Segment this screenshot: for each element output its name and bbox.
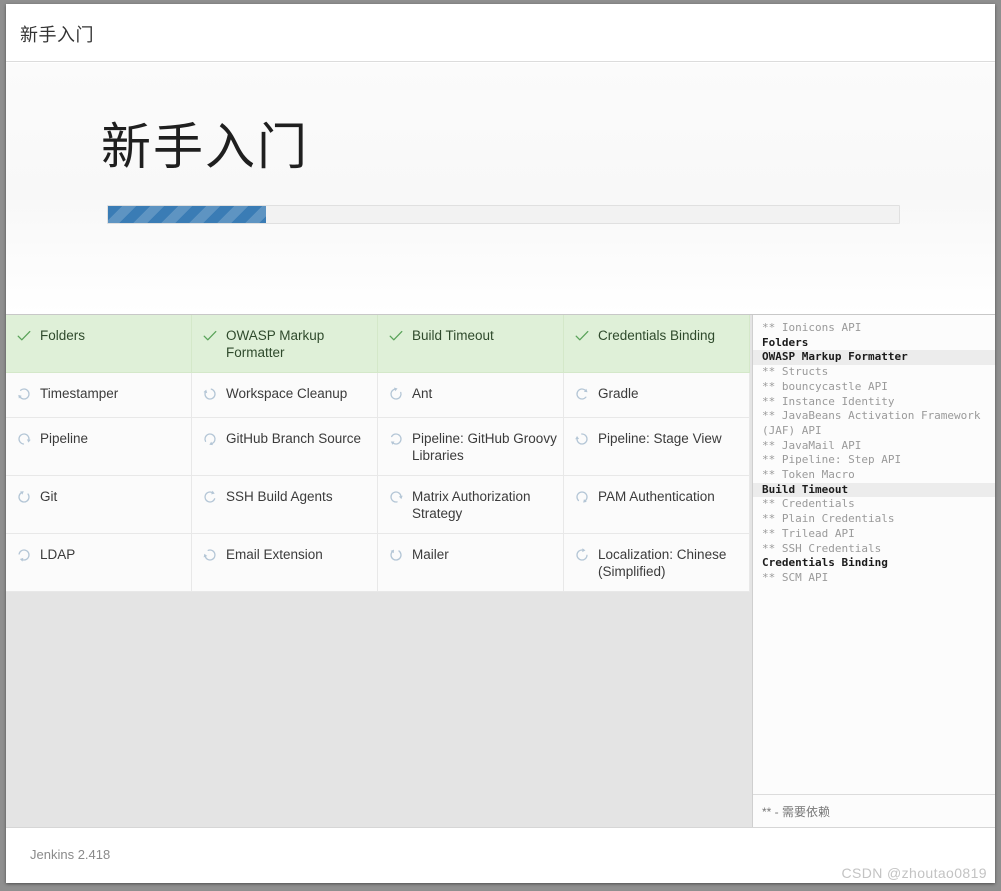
- window-header: 新手入门: [6, 4, 995, 62]
- hero-section: 新手入门: [6, 63, 995, 314]
- log-line: ** Plain Credentials: [762, 512, 895, 526]
- spinner-icon: [200, 430, 220, 447]
- spinner-icon: [200, 385, 220, 402]
- install-body: Folders OWASP Markup Formatter Build Timeo…: [6, 314, 995, 828]
- setup-wizard-window: 新手入门 新手入门 Folders OWASP Markup Formatter B…: [6, 4, 995, 883]
- log-line: ** JavaMail API: [762, 438, 862, 452]
- plugin-name-label: Ant: [412, 386, 433, 401]
- plugin-cell: Timestamper: [6, 373, 192, 418]
- plugin-cell: Gradle: [564, 373, 750, 418]
- plugin-name-label: Git: [40, 489, 58, 504]
- spinner-icon: [386, 385, 406, 402]
- dependency-log-list: ** Ionicons API Folders OWASP Markup Forma…: [753, 315, 995, 794]
- screenshot-root: 新手入门 新手入门 Folders OWASP Markup Formatter B…: [0, 0, 1001, 891]
- log-line: ** SCM API: [762, 570, 829, 584]
- log-line: ** Instance Identity: [762, 394, 895, 408]
- log-line: ** Ionicons API: [762, 321, 862, 334]
- spinner-icon: [14, 385, 34, 402]
- check-icon: [200, 327, 220, 344]
- install-progress-bar: [107, 205, 900, 224]
- plugin-cell: Ant: [378, 373, 564, 418]
- jenkins-version-label: Jenkins 2.418: [30, 847, 111, 862]
- spinner-icon: [572, 488, 592, 505]
- plugin-cell: OWASP Markup Formatter: [192, 315, 378, 373]
- plugin-cell: Workspace Cleanup: [192, 373, 378, 418]
- plugin-cell: Git: [6, 476, 192, 534]
- plugin-cell: PAM Authentication: [564, 476, 750, 534]
- watermark: CSDN @zhoutao0819: [841, 865, 987, 881]
- plugin-name-label: Mailer: [412, 547, 449, 562]
- plugin-name-label: Credentials Binding: [598, 328, 716, 343]
- spinner-icon: [572, 430, 592, 447]
- log-line: ** Structs: [762, 365, 829, 379]
- log-line: ** SSH Credentials: [762, 541, 882, 555]
- plugin-cell: Build Timeout: [378, 315, 564, 373]
- log-line: ** JavaBeans Activation Framework (JAF) …: [762, 409, 981, 437]
- log-line: OWASP Markup Formatter: [753, 350, 995, 366]
- check-icon: [572, 327, 592, 344]
- plugin-name-label: Workspace Cleanup: [226, 386, 348, 401]
- plugin-name-label: Matrix Authorization Strategy: [412, 489, 531, 521]
- plugin-name-label: Email Extension: [226, 547, 323, 562]
- plugin-cell: LDAP: [6, 534, 192, 592]
- log-line: ** Token Macro: [762, 468, 855, 482]
- plugin-name-label: Pipeline: [40, 431, 89, 446]
- plugin-name-label: GitHub Branch Source: [226, 431, 362, 446]
- spinner-icon: [200, 488, 220, 505]
- plugin-cell: Pipeline: [6, 418, 192, 476]
- log-line: ** Credentials: [762, 497, 855, 511]
- hero-heading: 新手入门: [101, 119, 309, 175]
- dependency-log-panel: ** Ionicons API Folders OWASP Markup Forma…: [752, 315, 995, 828]
- plugin-name-label: Folders: [40, 328, 86, 343]
- log-legend: ** - 需要依赖: [753, 794, 995, 828]
- plugin-cell: Matrix Authorization Strategy: [378, 476, 564, 534]
- plugin-cell: Pipeline: GitHub Groovy Libraries: [378, 418, 564, 476]
- plugin-cell: Pipeline: Stage View: [564, 418, 750, 476]
- log-line: ** bouncycastle API: [762, 379, 888, 393]
- plugin-name-label: Localization: Chinese (Simplified): [598, 547, 727, 579]
- plugin-name-label: Timestamper: [40, 386, 119, 401]
- spinner-icon: [572, 546, 592, 563]
- spinner-icon: [14, 488, 34, 505]
- progress-fill: [108, 206, 267, 223]
- plugin-name-label: LDAP: [40, 547, 76, 562]
- spinner-icon: [386, 430, 406, 447]
- plugin-cell: Credentials Binding: [564, 315, 750, 373]
- page-title: 新手入门: [20, 25, 94, 45]
- plugin-name-label: Pipeline: GitHub Groovy Libraries: [412, 431, 557, 463]
- plugin-name-label: OWASP Markup Formatter: [226, 328, 325, 360]
- log-line: Credentials Binding: [762, 556, 888, 570]
- log-line: Folders: [762, 335, 809, 349]
- log-legend-text: ** - 需要依赖: [762, 805, 831, 819]
- plugin-cell: SSH Build Agents: [192, 476, 378, 534]
- plugin-cell: Email Extension: [192, 534, 378, 592]
- plugin-cell: Folders: [6, 315, 192, 373]
- spinner-icon: [200, 546, 220, 563]
- plugin-name-label: SSH Build Agents: [226, 489, 333, 504]
- spinner-icon: [572, 385, 592, 402]
- plugin-name-label: Build Timeout: [412, 328, 494, 343]
- log-line: Build Timeout: [753, 482, 995, 498]
- log-line: ** Pipeline: Step API: [762, 453, 902, 467]
- plugin-cell: Localization: Chinese (Simplified): [564, 534, 750, 592]
- plugin-name-label: PAM Authentication: [598, 489, 715, 504]
- check-icon: [14, 327, 34, 344]
- plugin-cell: GitHub Branch Source: [192, 418, 378, 476]
- spinner-icon: [386, 488, 406, 505]
- plugin-status-grid: Folders OWASP Markup Formatter Build Timeo…: [6, 315, 750, 592]
- plugin-name-label: Gradle: [598, 386, 639, 401]
- spinner-icon: [386, 546, 406, 563]
- spinner-icon: [14, 430, 34, 447]
- spinner-icon: [14, 546, 34, 563]
- check-icon: [386, 327, 406, 344]
- log-line: ** Trilead API: [762, 526, 855, 540]
- plugin-cell: Mailer: [378, 534, 564, 592]
- plugin-name-label: Pipeline: Stage View: [598, 431, 722, 446]
